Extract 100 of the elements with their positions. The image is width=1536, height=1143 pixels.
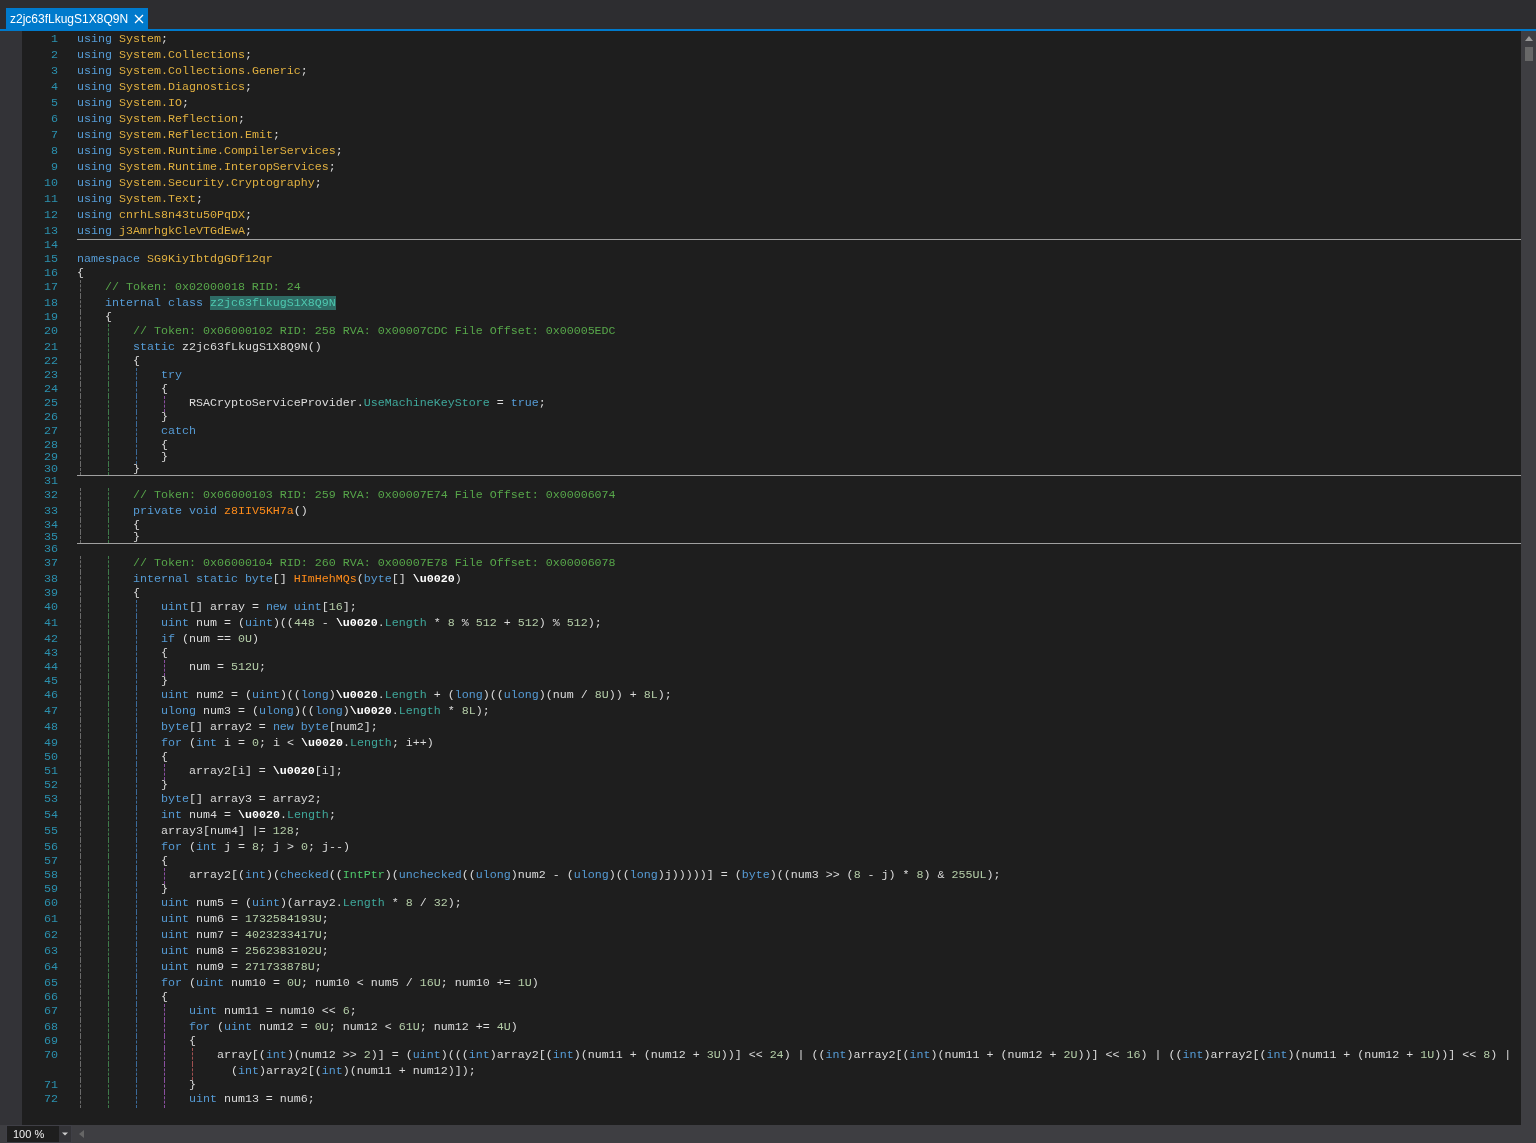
code-line: for (uint num10 = 0U; num10 < num5 / 16U; num10 += 1U)	[159, 978, 539, 990]
left-arrow-icon[interactable]	[78, 1130, 84, 1138]
code-line: array2[i] = \u0020[i];	[187, 766, 343, 778]
code-line: num = 512U;	[187, 662, 266, 674]
code-line: catch	[159, 426, 196, 438]
line-number: 12	[43, 210, 58, 222]
code-line: uint num6 = 1732584193U;	[159, 914, 329, 926]
code-line: {	[159, 752, 168, 764]
code-line: uint[] array = new uint[16];	[159, 602, 357, 614]
code-line: {	[159, 992, 168, 1004]
code-line: RSACryptoServiceProvider.UseMachineKeyStore = true;	[187, 398, 546, 410]
code-line: {	[131, 356, 140, 368]
code-line: using System.Reflection;	[77, 114, 245, 126]
code-line: using System.Security.Cryptography;	[77, 178, 322, 190]
code-line: using System.Diagnostics;	[77, 82, 252, 94]
code-line: int num4 = \u0020.Length;	[159, 810, 336, 822]
line-number: 69	[43, 1036, 58, 1048]
line-number: 1	[50, 34, 58, 46]
zoom-dropdown[interactable]: 100 %	[6, 1125, 72, 1143]
code-line: array2[(int)(checked((IntPtr)(unchecked((ulong)num2 - (ulong)((long)j)))))] = (byte)((num3 >> (8 - j) * 8) & 255UL);	[187, 870, 1001, 882]
line-number: 63	[43, 946, 58, 958]
line-number: 3	[50, 66, 58, 78]
code-line: using System.Runtime.CompilerServices;	[77, 146, 343, 158]
line-number: 65	[43, 978, 58, 990]
line-number: 7	[50, 130, 58, 142]
code-line: {	[159, 384, 168, 396]
code-line: }	[159, 676, 168, 688]
code-line: using System.Collections;	[77, 50, 252, 62]
code-line: }	[131, 463, 140, 476]
line-number: 34	[43, 520, 58, 532]
code-line: array3[num4] |= 128;	[159, 826, 301, 838]
code-line: {	[159, 440, 168, 452]
line-number: 8	[50, 146, 58, 158]
line-number: 5	[50, 98, 58, 110]
code-line: using System.IO;	[77, 98, 189, 110]
line-number: 53	[43, 794, 58, 806]
code-line: // Token: 0x02000018 RID: 24	[103, 282, 301, 294]
line-number: 51	[43, 766, 58, 778]
code-line: using j3AmrhgkCleVTGdEwA;	[77, 225, 252, 238]
close-icon[interactable]	[134, 13, 145, 24]
line-number: 66	[43, 992, 58, 1004]
line-number: 64	[43, 962, 58, 974]
code-line: byte[] array3 = array2;	[159, 794, 322, 806]
line-number: 61	[43, 914, 58, 926]
code-line: uint num5 = (uint)(array2.Length * 8 / 32);	[159, 898, 462, 910]
line-number: 15	[43, 254, 58, 266]
code-line: // Token: 0x06000103 RID: 259 RVA: 0x00007E74 File Offset: 0x00006074	[131, 490, 616, 502]
code-line: internal class z2jc63fLkugS1X8Q9N	[103, 298, 336, 310]
line-number: 71	[43, 1080, 58, 1092]
line-number: 52	[43, 780, 58, 792]
code-line: {	[159, 648, 168, 660]
code-line: {	[131, 520, 140, 532]
vertical-scrollbar[interactable]	[1521, 31, 1536, 1125]
line-number: 37	[43, 558, 58, 570]
code-line: using System.Runtime.InteropServices;	[77, 162, 336, 174]
line-number: 46	[43, 690, 58, 702]
line-number: 21	[43, 342, 58, 354]
code-line: using System.Reflection.Emit;	[77, 130, 280, 142]
code-line: static z2jc63fLkugS1X8Q9N()	[131, 342, 322, 354]
line-number: 27	[43, 426, 58, 438]
line-number: 43	[43, 648, 58, 660]
line-number: 9	[50, 162, 58, 174]
code-line: using System;	[77, 34, 168, 46]
line-number: 36	[43, 544, 58, 556]
line-number: 17	[43, 282, 58, 294]
up-arrow-icon[interactable]	[1524, 35, 1533, 41]
line-number: 18	[43, 298, 58, 310]
code-line: for (int j = 8; j > 0; j--)	[159, 842, 350, 854]
line-number: 35	[43, 532, 58, 544]
code-line: }	[159, 884, 168, 896]
code-line: (int)array2[(int)(num11 + num12)]);	[229, 1066, 476, 1078]
scroll-thumb[interactable]	[1524, 47, 1533, 61]
line-number: 4	[50, 82, 58, 94]
line-number: 13	[43, 226, 58, 238]
code-line: // Token: 0x06000102 RID: 258 RVA: 0x00007CDC File Offset: 0x00005EDC	[131, 326, 616, 338]
editor-tab[interactable]: z2jc63fLkugS1X8Q9N	[6, 8, 149, 29]
line-number: 60	[43, 898, 58, 910]
line-number: 72	[43, 1094, 58, 1106]
line-number: 6	[50, 114, 58, 126]
code-line: try	[159, 370, 182, 382]
line-number: 58	[43, 870, 58, 882]
line-number: 67	[43, 1006, 58, 1018]
line-number: 22	[43, 356, 58, 368]
line-number: 42	[43, 634, 58, 646]
code-line: uint num11 = num10 << 6;	[187, 1006, 357, 1018]
code-line: uint num7 = 4023233417U;	[159, 930, 329, 942]
line-number: 47	[43, 706, 58, 718]
code-line: internal static byte[] HImHehMQs(byte[] \u0020)	[131, 574, 462, 586]
line-number: 11	[43, 194, 58, 206]
code-line: }	[159, 412, 168, 424]
line-number: 54	[43, 810, 58, 822]
line-number: 20	[43, 326, 58, 338]
line-number: 39	[43, 588, 58, 600]
line-number: 32	[43, 490, 58, 502]
line-number: 26	[43, 412, 58, 424]
code-line: {	[187, 1036, 196, 1048]
code-line: ulong num3 = (ulong)((long)\u0020.Length * 8L);	[159, 706, 490, 718]
code-line: uint num8 = 2562383102U;	[159, 946, 329, 958]
line-number: 55	[43, 826, 58, 838]
line-number: 14	[43, 240, 58, 252]
